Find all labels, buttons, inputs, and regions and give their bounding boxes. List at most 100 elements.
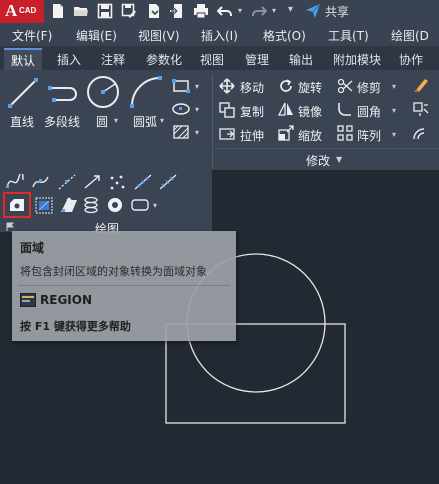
- mirror-button[interactable]: 镜像: [298, 103, 322, 120]
- tab-manage[interactable]: 管理: [245, 51, 269, 68]
- scale-icon: [278, 125, 294, 141]
- tab-view[interactable]: 视图: [200, 51, 224, 68]
- ray-icon[interactable]: [83, 174, 101, 190]
- menu-draw[interactable]: 绘图(D: [391, 27, 429, 44]
- menu-edit[interactable]: 编辑(E): [76, 27, 117, 44]
- tab-output[interactable]: 输出: [289, 51, 313, 68]
- hatch-dropdown-icon[interactable]: ▾: [195, 128, 199, 137]
- copy-icon: [219, 102, 235, 118]
- tab-default[interactable]: 默认: [4, 48, 42, 70]
- app-logo-letter: A: [5, 1, 18, 20]
- move-button[interactable]: 移动: [240, 79, 264, 96]
- tooltip-help-hint: 按 F1 键获得更多帮助: [20, 320, 131, 333]
- stretch-button[interactable]: 拉伸: [240, 127, 264, 144]
- offset-icon[interactable]: [412, 125, 430, 141]
- construction-line-icon[interactable]: [58, 174, 76, 190]
- arc-tool-label[interactable]: 圆弧: [133, 113, 157, 130]
- ellipse-dropdown-icon[interactable]: ▾: [195, 105, 199, 114]
- share-button[interactable]: 共享: [305, 2, 349, 20]
- new-file-icon[interactable]: [50, 3, 66, 19]
- copy-button[interactable]: 复制: [240, 103, 264, 120]
- menu-tools[interactable]: 工具(T): [328, 27, 369, 44]
- tooltip-description: 将包含封闭区域的对象转换为面域对象: [20, 265, 207, 278]
- array-button[interactable]: 阵列: [357, 127, 381, 144]
- wipeout-icon[interactable]: [35, 197, 53, 214]
- tab-addins[interactable]: 附加模块: [333, 51, 381, 68]
- revision-cloud-icon[interactable]: [59, 196, 79, 214]
- save-web-icon[interactable]: [169, 3, 185, 19]
- customize-dropdown-icon[interactable]: ▾: [288, 4, 296, 15]
- share-icon: [306, 3, 321, 18]
- circle-tool-label[interactable]: 圆: [96, 113, 108, 130]
- ribbon-tab-bar: 默认 插入 注释 参数化 视图 管理 输出 附加模块 协作: [0, 46, 439, 70]
- region-icon: [10, 199, 24, 211]
- tooltip-command-name: REGION: [40, 293, 92, 307]
- explode-icon[interactable]: [412, 101, 430, 117]
- command-line-icon: [20, 293, 36, 307]
- region-tooltip: 面域 将包含封闭区域的对象转换为面域对象 REGION 按 F1 键获得更多帮助: [12, 231, 236, 341]
- open-web-icon[interactable]: [146, 3, 162, 19]
- menu-format[interactable]: 格式(O): [263, 27, 306, 44]
- rotate-icon: [280, 79, 292, 92]
- undo-icon[interactable]: [217, 3, 233, 19]
- fillet-icon: [338, 103, 351, 116]
- tab-insert[interactable]: 插入: [57, 51, 81, 68]
- hatch-tool-icon[interactable]: [172, 124, 190, 140]
- rectangle-dropdown-icon[interactable]: ▾: [195, 82, 199, 91]
- boundary-dropdown-icon[interactable]: ▾: [153, 201, 157, 210]
- circle-dropdown-icon[interactable]: ▾: [114, 116, 118, 125]
- redo-icon[interactable]: [251, 3, 267, 19]
- menu-view[interactable]: 视图(V): [138, 27, 180, 44]
- tab-annotate[interactable]: 注释: [101, 51, 125, 68]
- tab-parametric[interactable]: 参数化: [146, 51, 182, 68]
- polyline-tool-icon[interactable]: [46, 76, 82, 110]
- donut-icon[interactable]: [106, 196, 124, 214]
- array-dropdown-icon[interactable]: ▾: [392, 130, 396, 139]
- trim-icon: [337, 78, 353, 94]
- undo-dropdown-icon[interactable]: ▾: [238, 6, 246, 16]
- array-icon: [337, 125, 353, 141]
- arc-tool-icon[interactable]: [128, 74, 164, 110]
- menu-insert[interactable]: 插入(I): [201, 27, 238, 44]
- modify-panel-expand-icon: ▼: [336, 155, 343, 164]
- erase-icon[interactable]: [412, 76, 430, 94]
- line-tool-label[interactable]: 直线: [10, 113, 34, 130]
- tooltip-divider: [18, 285, 230, 286]
- rectangle-tool-icon[interactable]: [172, 79, 190, 93]
- multiple-points-icon[interactable]: [108, 174, 126, 190]
- app-logo-suffix: CAD: [19, 6, 37, 15]
- tooltip-title: 面域: [20, 241, 45, 255]
- polyline-tool-label[interactable]: 多段线: [44, 113, 80, 130]
- divide-icon[interactable]: [134, 174, 152, 190]
- trim-dropdown-icon[interactable]: ▾: [392, 82, 396, 91]
- arc-dropdown-icon[interactable]: ▾: [160, 116, 164, 125]
- modify-panel-title-bar[interactable]: 修改 ▼: [214, 148, 439, 170]
- redo-dropdown-icon[interactable]: ▾: [272, 6, 280, 16]
- quick-access-toolbar: A CAD ▾ ▾ ▾ 共享: [0, 0, 439, 24]
- spline-cv-icon[interactable]: [32, 174, 50, 190]
- boundary-icon[interactable]: [130, 198, 150, 212]
- fillet-button[interactable]: 圆角: [357, 103, 381, 120]
- modify-panel-title: 修改: [306, 154, 331, 168]
- move-icon: [219, 78, 235, 94]
- menu-file[interactable]: 文件(F): [12, 27, 52, 44]
- share-label: 共享: [325, 4, 350, 19]
- fillet-dropdown-icon[interactable]: ▾: [392, 106, 396, 115]
- spline-fit-icon[interactable]: [6, 174, 24, 190]
- helix-icon[interactable]: [82, 196, 100, 214]
- line-tool-icon[interactable]: [6, 76, 40, 110]
- menu-bar: 文件(F) 编辑(E) 视图(V) 插入(I) 格式(O) 工具(T) 绘图(D: [0, 24, 439, 46]
- measure-icon[interactable]: [159, 174, 177, 190]
- trim-button[interactable]: 修剪: [357, 79, 381, 96]
- open-folder-icon[interactable]: [73, 3, 89, 19]
- ellipse-tool-icon[interactable]: [172, 102, 190, 116]
- print-icon[interactable]: [193, 3, 209, 19]
- region-button[interactable]: [3, 192, 31, 218]
- save-as-icon[interactable]: [121, 3, 137, 19]
- app-logo[interactable]: A CAD: [0, 0, 44, 23]
- tab-collaborate[interactable]: 协作: [399, 51, 423, 68]
- circle-tool-icon[interactable]: [86, 74, 120, 110]
- rotate-button[interactable]: 旋转: [298, 79, 322, 96]
- scale-button[interactable]: 缩放: [298, 127, 322, 144]
- save-icon[interactable]: [97, 3, 113, 19]
